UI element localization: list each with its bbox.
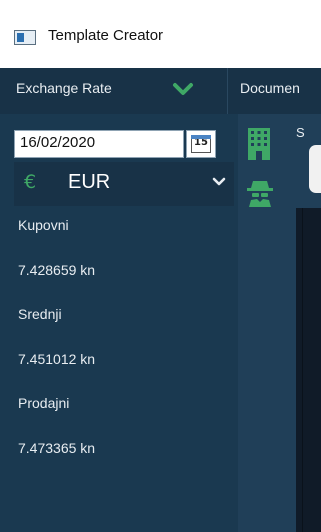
currency-select[interactable]: € EUR bbox=[14, 162, 234, 206]
app-icon bbox=[14, 30, 36, 45]
rate-label-selling: Prodajni bbox=[18, 395, 70, 411]
rate-label-buying: Kupovni bbox=[18, 217, 69, 233]
currency-code: EUR bbox=[68, 171, 111, 193]
building-icon[interactable] bbox=[247, 127, 271, 161]
calendar-button[interactable]: 15 bbox=[186, 130, 216, 158]
rate-label-middle: Srednji bbox=[18, 306, 62, 322]
calendar-icon: 15 bbox=[191, 135, 211, 153]
date-input[interactable]: 16/02/2020 bbox=[14, 130, 184, 158]
euro-icon: € bbox=[24, 171, 37, 193]
nav-documents[interactable]: Documen bbox=[240, 68, 300, 114]
title-bar: Template Creator bbox=[0, 0, 321, 68]
nav-divider bbox=[227, 68, 228, 114]
rate-value-middle: 7.451012 kn bbox=[18, 351, 96, 367]
spy-icon[interactable] bbox=[245, 178, 275, 208]
window-title: Template Creator bbox=[48, 27, 164, 44]
rate-value-buying: 7.428659 kn bbox=[18, 262, 96, 278]
nav-bar: Exchange Rate Documen bbox=[0, 68, 321, 114]
rate-value-selling: 7.473365 kn bbox=[18, 440, 96, 456]
content-divider bbox=[302, 208, 303, 532]
chevron-down-icon bbox=[212, 177, 226, 186]
chevron-down-icon[interactable] bbox=[172, 80, 194, 98]
content-area bbox=[296, 208, 321, 532]
content-card[interactable] bbox=[309, 145, 321, 193]
nav-exchange-rate[interactable]: Exchange Rate bbox=[16, 68, 112, 114]
right-section-label: S bbox=[296, 125, 305, 140]
